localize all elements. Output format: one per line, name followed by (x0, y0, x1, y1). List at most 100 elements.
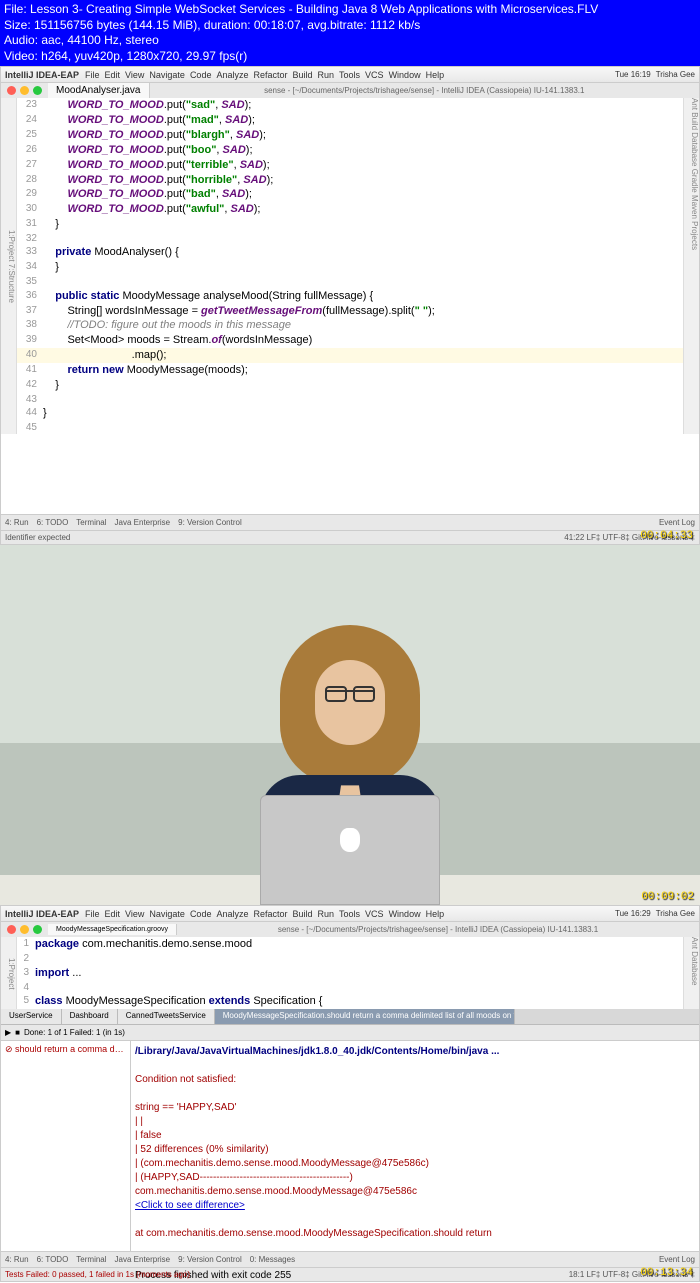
menu-build[interactable]: Build (293, 70, 313, 80)
code-line[interactable]: 2 (17, 952, 683, 966)
code-line[interactable]: 1package com.mechanitis.demo.sense.mood (17, 937, 683, 952)
line-content: .map(); (43, 348, 166, 363)
test-output[interactable]: /Library/Java/JavaVirtualMachines/jdk1.8… (131, 1041, 699, 1251)
menu-vcs[interactable]: VCS (365, 70, 384, 80)
code-line[interactable]: 5class MoodyMessageSpecification extends… (17, 994, 683, 1009)
window-controls[interactable] (1, 83, 48, 98)
output-line: Condition not satisfied: (135, 1073, 695, 1087)
code-line[interactable]: 43 (17, 393, 683, 407)
menu-code[interactable]: Code (190, 909, 212, 919)
code-line[interactable]: 45 (17, 421, 683, 435)
tool-java-enterprise[interactable]: Java Enterprise (115, 518, 171, 527)
code-line[interactable]: 40 .map(); (17, 348, 683, 363)
menu-window[interactable]: Window (389, 909, 421, 919)
menu-edit[interactable]: Edit (105, 70, 121, 80)
tool-0--messages[interactable]: 0: Messages (250, 1255, 295, 1264)
run-tab[interactable]: CannedTweetsService (118, 1009, 215, 1024)
editor-tab[interactable]: MoodAnalyser.java (48, 83, 150, 98)
menu-build[interactable]: Build (293, 909, 313, 919)
menu-vcs[interactable]: VCS (365, 909, 384, 919)
left-tool-gutter[interactable]: 1:Project (1, 937, 17, 1009)
tool-9--version-control[interactable]: 9: Version Control (178, 1255, 242, 1264)
maximize-icon[interactable] (33, 86, 42, 95)
code-line[interactable]: 36 public static MoodyMessage analyseMoo… (17, 289, 683, 304)
menu-edit[interactable]: Edit (105, 909, 121, 919)
menu-help[interactable]: Help (426, 909, 445, 919)
menu-tools[interactable]: Tools (339, 909, 360, 919)
tool-terminal[interactable]: Terminal (76, 1255, 106, 1264)
run-tab[interactable]: MoodyMessageSpecification.should return … (215, 1009, 515, 1024)
tool-9--version-control[interactable]: 9: Version Control (178, 518, 242, 527)
menu-file[interactable]: File (85, 70, 100, 80)
code-line[interactable]: 44} (17, 406, 683, 421)
menu-refactor[interactable]: Refactor (253, 909, 287, 919)
menu-run[interactable]: Run (318, 909, 335, 919)
code-line[interactable]: 26 WORD_TO_MOOD.put("boo", SAD); (17, 143, 683, 158)
code-line[interactable]: 31 } (17, 217, 683, 232)
code-line[interactable]: 34 } (17, 260, 683, 275)
code-line[interactable]: 28 WORD_TO_MOOD.put("horrible", SAD); (17, 173, 683, 188)
test-tree-item[interactable]: ⊘ should return a comma delimited list (3, 1043, 128, 1056)
code-editor-1[interactable]: 23 WORD_TO_MOOD.put("sad", SAD);24 WORD_… (17, 98, 683, 434)
code-line[interactable]: 42 } (17, 378, 683, 393)
code-line[interactable]: 30 WORD_TO_MOOD.put("awful", SAD); (17, 202, 683, 217)
code-line[interactable]: 23 WORD_TO_MOOD.put("sad", SAD); (17, 98, 683, 113)
code-line[interactable]: 38 //TODO: figure out the moods in this … (17, 318, 683, 333)
test-tree[interactable]: ⊘ should return a comma delimited list (1, 1041, 131, 1251)
editor-tab[interactable]: MoodyMessageSpecification.groovy (48, 924, 177, 935)
menu-refactor[interactable]: Refactor (253, 70, 287, 80)
tool-java-enterprise[interactable]: Java Enterprise (115, 1255, 171, 1264)
left-tool-gutter[interactable]: 1:Project 7:Structure (1, 98, 17, 434)
tool-6--todo[interactable]: 6: TODO (37, 1255, 69, 1264)
file-info-header: File: Lesson 3- Creating Simple WebSocke… (0, 0, 700, 66)
menu-run[interactable]: Run (318, 70, 335, 80)
right-tool-gutter[interactable]: Ant Database (683, 937, 699, 1009)
code-line[interactable]: 27 WORD_TO_MOOD.put("terrible", SAD); (17, 158, 683, 173)
code-line[interactable]: 37 String[] wordsInMessage = getTweetMes… (17, 304, 683, 319)
code-line[interactable]: 25 WORD_TO_MOOD.put("blargh", SAD); (17, 128, 683, 143)
code-line[interactable]: 3import ... (17, 966, 683, 981)
menu-analyze[interactable]: Analyze (216, 70, 248, 80)
code-line[interactable]: 33 private MoodAnalyser() { (17, 245, 683, 260)
code-line[interactable]: 32 (17, 232, 683, 246)
rerun-icon[interactable]: ▶ (5, 1028, 11, 1037)
code-editor-2[interactable]: 1package com.mechanitis.demo.sense.mood2… (17, 937, 683, 1009)
code-line[interactable]: 35 (17, 275, 683, 289)
line-number: 38 (17, 318, 43, 333)
tool-4--run[interactable]: 4: Run (5, 1255, 29, 1264)
tool-4--run[interactable]: 4: Run (5, 518, 29, 527)
tool-terminal[interactable]: Terminal (76, 518, 106, 527)
menu-navigate[interactable]: Navigate (149, 909, 185, 919)
menu-tools[interactable]: Tools (339, 70, 360, 80)
code-line[interactable]: 24 WORD_TO_MOOD.put("mad", SAD); (17, 113, 683, 128)
event-log[interactable]: Event Log (659, 518, 695, 527)
run-tab[interactable]: Dashboard (62, 1009, 118, 1024)
menu-view[interactable]: View (125, 70, 144, 80)
menu-view[interactable]: View (125, 909, 144, 919)
code-line[interactable]: 29 WORD_TO_MOOD.put("bad", SAD); (17, 187, 683, 202)
menu-help[interactable]: Help (426, 70, 445, 80)
minimize-icon[interactable] (20, 925, 29, 934)
output-line: com.mechanitis.demo.sense.mood.MoodyMess… (135, 1185, 695, 1199)
menu-file[interactable]: File (85, 909, 100, 919)
close-icon[interactable] (7, 86, 16, 95)
right-tool-gutter[interactable]: Ant Build Database Gradle Maven Projects (683, 98, 699, 434)
code-line[interactable]: 41 return new MoodyMessage(moods); (17, 363, 683, 378)
close-icon[interactable] (7, 925, 16, 934)
status-message: Tests Failed: 0 passed, 1 failed in 1s (… (5, 1270, 190, 1279)
menu-analyze[interactable]: Analyze (216, 909, 248, 919)
menu-code[interactable]: Code (190, 70, 212, 80)
line-number: 30 (17, 202, 43, 217)
menu-window[interactable]: Window (389, 70, 421, 80)
tool-6--todo[interactable]: 6: TODO (37, 518, 69, 527)
maximize-icon[interactable] (33, 925, 42, 934)
run-tab[interactable]: UserService (1, 1009, 62, 1024)
window-controls[interactable] (1, 922, 48, 937)
code-line[interactable]: 39 Set<Mood> moods = Stream.of(wordsInMe… (17, 333, 683, 348)
code-line[interactable]: 4 (17, 981, 683, 995)
stop-icon[interactable]: ■ (15, 1028, 20, 1037)
minimize-icon[interactable] (20, 86, 29, 95)
menu-navigate[interactable]: Navigate (149, 70, 185, 80)
event-log[interactable]: Event Log (659, 1255, 695, 1264)
line-number: 39 (17, 333, 43, 348)
